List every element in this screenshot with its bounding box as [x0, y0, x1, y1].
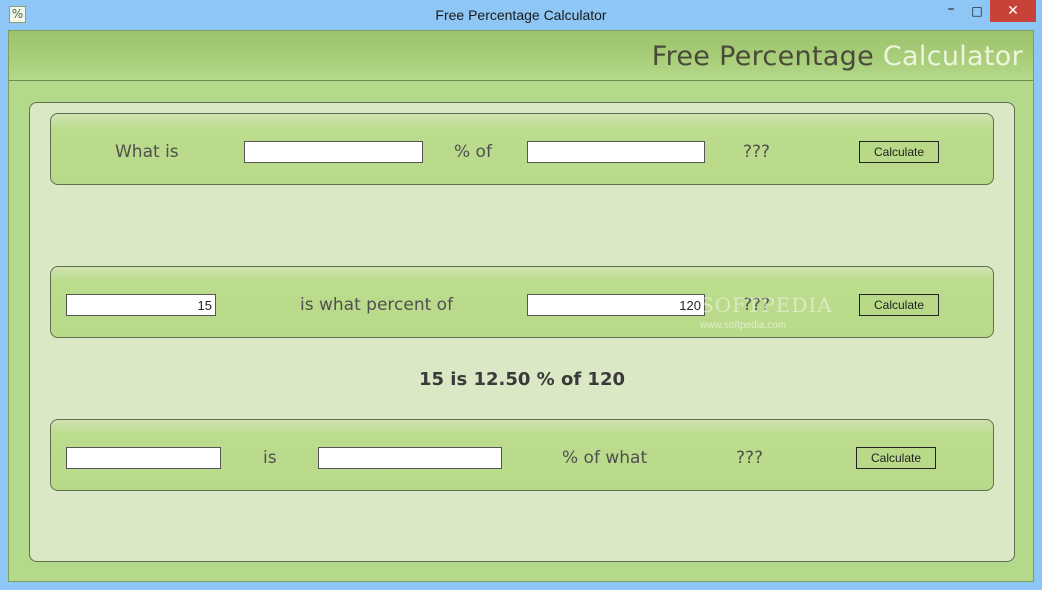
base-value-input[interactable] [527, 141, 705, 163]
maximize-button[interactable]: □ [964, 0, 990, 22]
close-button[interactable]: ✕ [990, 0, 1036, 22]
result-placeholder: ??? [736, 448, 764, 468]
app-window: % Free Percentage Calculator – □ ✕ Free … [0, 0, 1042, 590]
client-area: Free Percentage Calculator What is % of … [8, 30, 1034, 582]
calc-row-what-is: What is % of ??? Calculate [50, 113, 994, 185]
watermark-logo: SOFTPEDIA [700, 293, 833, 317]
header-band: Free Percentage Calculator [9, 31, 1033, 81]
percent-input[interactable] [244, 141, 423, 163]
calculate-button-3[interactable]: Calculate [856, 447, 936, 469]
brand-text-primary: Free Percentage [651, 41, 874, 72]
main-panel: What is % of ??? Calculate 15 is what pe… [29, 102, 1015, 562]
calc-row-what-percent: 15 is what percent of 120 ??? Calculate [50, 266, 994, 338]
result-text: 15 is 12.50 % of 120 [418, 369, 625, 390]
label-percent-of: % of [454, 142, 492, 162]
brand-logo: Free Percentage Calculator [652, 41, 1023, 72]
minimize-button[interactable]: – [937, 0, 965, 22]
label-is: is [263, 448, 277, 468]
label-what-is: What is [115, 142, 179, 162]
window-title: Free Percentage Calculator [435, 7, 607, 23]
calculate-button-1[interactable]: Calculate [859, 141, 939, 163]
calc-row-percent-of-what: is % of what ??? Calculate [50, 419, 994, 491]
part-value-input[interactable]: 15 [66, 294, 216, 316]
watermark-url: www.softpedia.com [700, 320, 787, 331]
brand-text-secondary: Calculator [882, 41, 1023, 72]
known-percent-input[interactable] [318, 447, 502, 469]
result-placeholder: ??? [743, 142, 771, 162]
calculate-button-2[interactable]: Calculate [859, 294, 939, 316]
label-percent-of-what: % of what [562, 448, 648, 468]
whole-value-input[interactable]: 120 [527, 294, 705, 316]
title-bar[interactable]: % Free Percentage Calculator – □ ✕ [0, 0, 1042, 30]
label-is-what-percent-of: is what percent of [300, 295, 454, 315]
known-value-input[interactable] [66, 447, 221, 469]
